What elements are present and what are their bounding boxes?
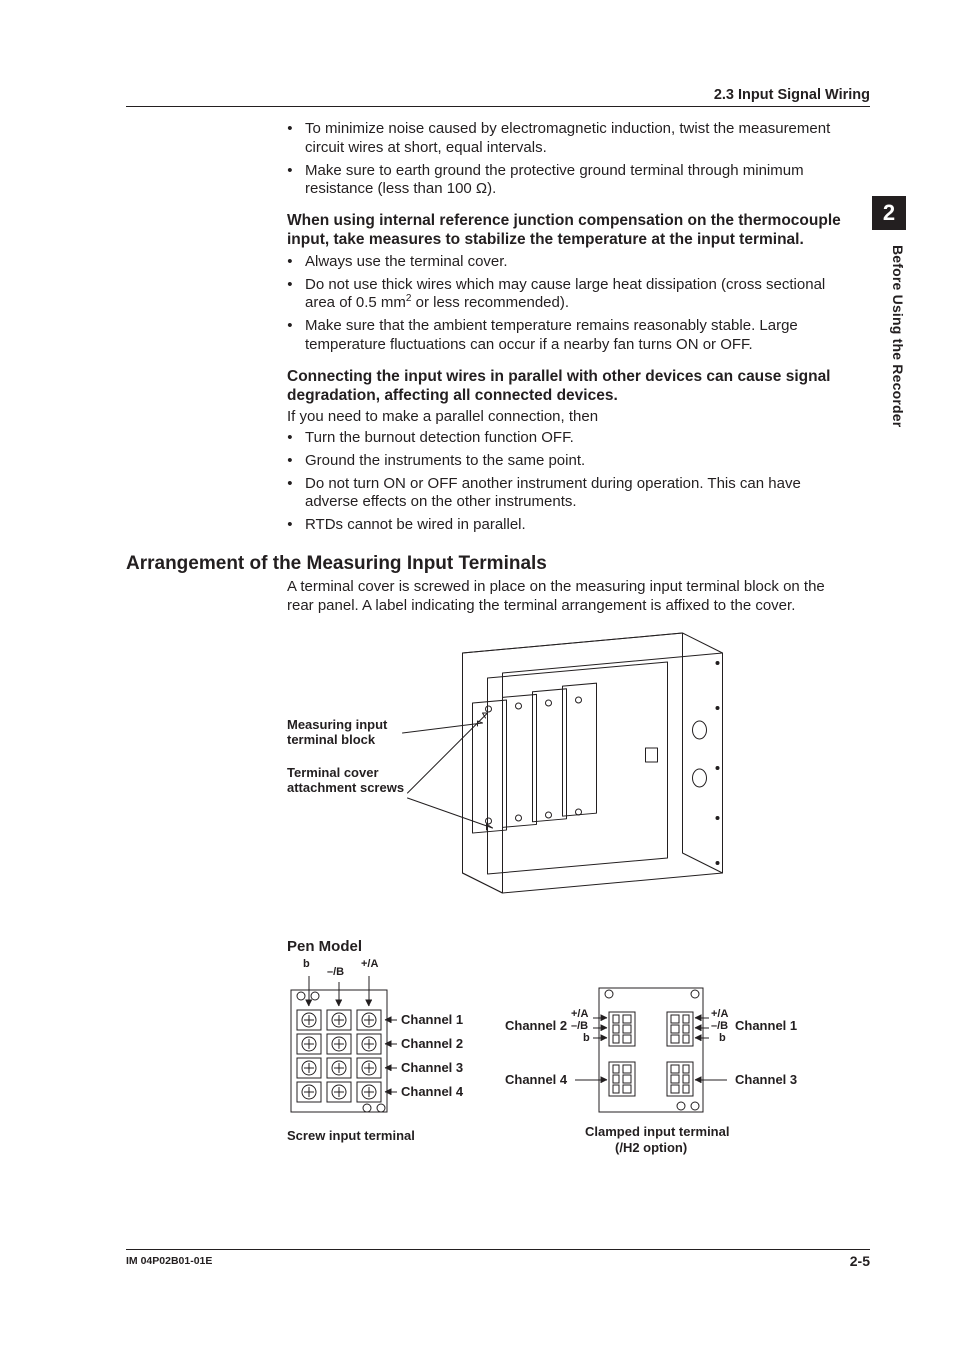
parallel-bullets: Turn the burnout detection function OFF.… — [287, 429, 848, 535]
clamped-terminal-diagram: +/A –/B b +/A –/B b Channel 2 Channel 4 … — [505, 984, 825, 1154]
parallel-heading: Connecting the input wires in parallel w… — [287, 367, 848, 406]
channel-4: Channel 4 — [401, 1084, 463, 1100]
chapter-tab-label: Before Using the Recorder — [884, 245, 906, 445]
thermocouple-heading: When using internal reference junction c… — [287, 211, 848, 250]
chapter-tab: 2 — [872, 196, 906, 230]
header-rule — [126, 106, 870, 107]
parallel-intro: If you need to make a parallel connectio… — [287, 408, 848, 427]
body-column: To minimize noise caused by electromagne… — [287, 120, 848, 547]
clamped-caption-2: (/H2 option) — [615, 1140, 687, 1156]
arrangement-body: A terminal cover is screwed in place on … — [287, 578, 848, 616]
arrangement-heading: Arrangement of the Measuring Input Termi… — [126, 552, 547, 576]
list-item: Do not turn ON or OFF another instrument… — [305, 475, 848, 513]
callout-block: Measuring input terminal block — [287, 718, 407, 748]
footer-rule — [126, 1249, 870, 1250]
noise-bullets: To minimize noise caused by electromagne… — [287, 120, 848, 199]
footer-page: 2-5 — [850, 1253, 870, 1271]
channel-2: Channel 2 — [401, 1036, 463, 1052]
figure-callouts: Measuring input terminal block Terminal … — [287, 718, 407, 814]
channel-1: Channel 1 — [735, 1018, 797, 1034]
clamped-caption-1: Clamped input terminal — [585, 1124, 729, 1140]
list-item: Ground the instruments to the same point… — [305, 452, 848, 471]
pin-b-right: b — [719, 1032, 726, 1046]
list-item: RTDs cannot be wired in parallel. — [305, 516, 848, 535]
list-item: To minimize noise caused by electromagne… — [305, 120, 848, 158]
channel-4: Channel 4 — [505, 1072, 567, 1088]
channel-3: Channel 3 — [401, 1060, 463, 1076]
channel-1: Channel 1 — [401, 1012, 463, 1028]
pin-pA: +/A — [361, 958, 378, 972]
list-item: Make sure to earth ground the protective… — [305, 162, 848, 200]
pin-b-left: b — [583, 1032, 590, 1046]
pin-b: b — [303, 958, 310, 972]
pen-model-title: Pen Model — [287, 938, 362, 957]
screw-caption: Screw input terminal — [287, 1128, 415, 1144]
channel-3: Channel 3 — [735, 1072, 797, 1088]
pin-mB: –/B — [327, 966, 344, 980]
thermocouple-bullets: Always use the terminal cover. Do not us… — [287, 253, 848, 355]
list-item: Make sure that the ambient temperature r… — [305, 317, 848, 355]
channel-2: Channel 2 — [505, 1018, 567, 1034]
list-item: Turn the burnout detection function OFF. — [305, 429, 848, 448]
list-item: Always use the terminal cover. — [305, 253, 848, 272]
footer-docid: IM 04P02B01-01E — [126, 1255, 212, 1268]
list-item: Do not use thick wires which may cause l… — [305, 276, 848, 314]
running-header-caption: 2.3 Input Signal Wiring — [714, 86, 870, 104]
callout-screws: Terminal cover attachment screws — [287, 766, 407, 796]
